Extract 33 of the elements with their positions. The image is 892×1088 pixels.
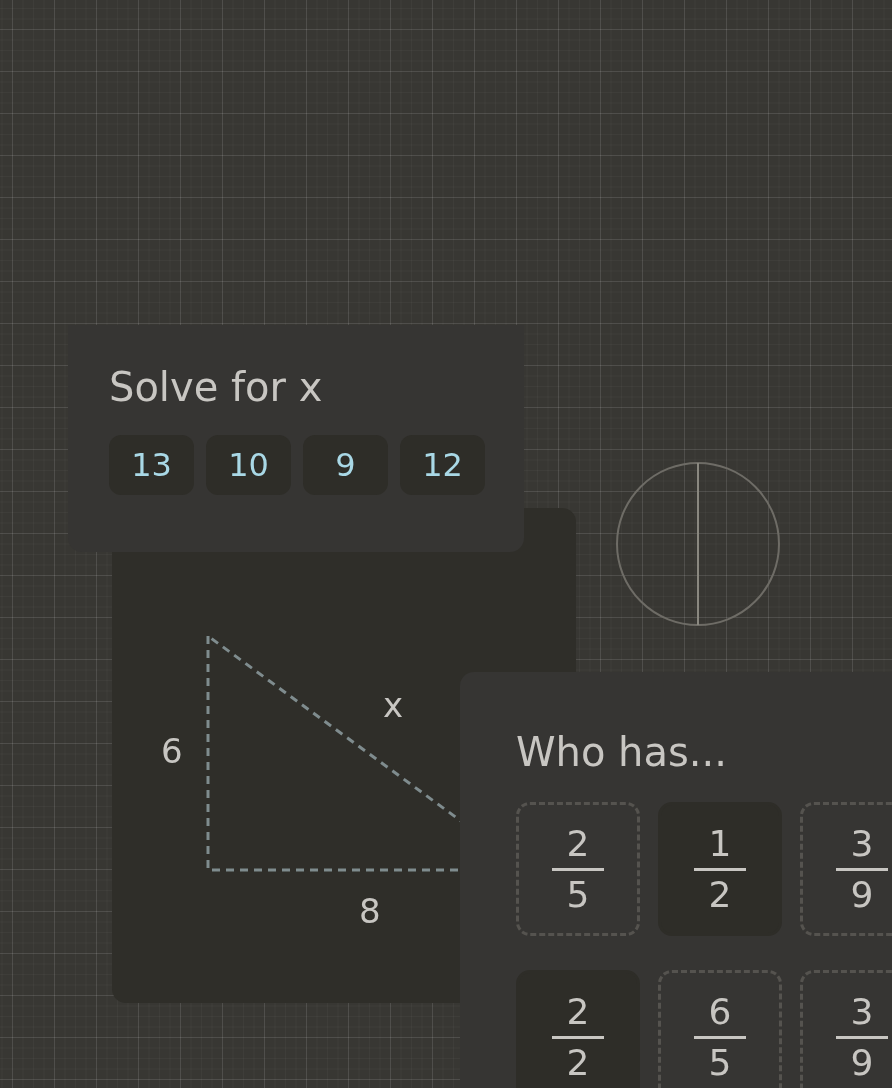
- numerator: 3: [850, 825, 874, 862]
- fraction-bar: [552, 1035, 604, 1039]
- denominator: 9: [850, 876, 874, 913]
- fraction-bar: [836, 1035, 888, 1039]
- numerator: 2: [566, 993, 590, 1030]
- side-label: 6: [161, 734, 183, 768]
- denominator: 5: [708, 1044, 732, 1081]
- denominator: 2: [566, 1044, 590, 1081]
- answer-option[interactable]: 9: [303, 435, 388, 495]
- answer-option[interactable]: 13: [109, 435, 194, 495]
- answer-option[interactable]: 12: [400, 435, 485, 495]
- fraction-tile[interactable]: 3 9: [800, 970, 892, 1088]
- fraction-tile[interactable]: 1 2: [658, 802, 782, 936]
- fraction-bar: [836, 867, 888, 871]
- numerator: 6: [708, 993, 732, 1030]
- fraction-tile[interactable]: 2 5: [516, 802, 640, 936]
- denominator: 5: [566, 876, 590, 913]
- fraction-tile[interactable]: 3 9: [800, 802, 892, 936]
- denominator: 9: [850, 1044, 874, 1081]
- numerator: 3: [850, 993, 874, 1030]
- fraction-bar: [694, 1035, 746, 1039]
- card-title: Solve for x: [109, 365, 324, 409]
- card-title: Who has...: [516, 730, 728, 774]
- fraction-tile[interactable]: 6 5: [658, 970, 782, 1088]
- side-label: x: [383, 688, 404, 722]
- fraction-bar: [694, 867, 746, 871]
- fraction-bar: [552, 867, 604, 871]
- denominator: 2: [708, 876, 732, 913]
- side-label: 8: [359, 894, 381, 928]
- fraction-tile[interactable]: 2 2: [516, 970, 640, 1088]
- numerator: 2: [566, 825, 590, 862]
- numerator: 1: [708, 825, 732, 862]
- answer-option[interactable]: 10: [206, 435, 291, 495]
